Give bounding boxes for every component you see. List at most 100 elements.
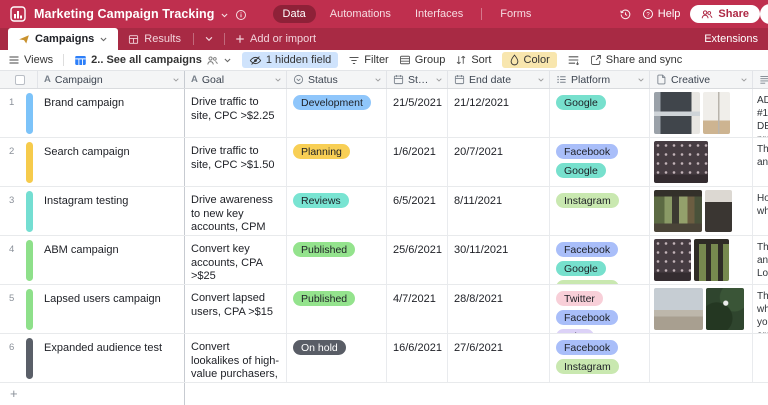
row-utility-cell[interactable]: 2 <box>0 138 38 186</box>
platform-cell[interactable]: Facebook Google Instagram <box>550 236 650 284</box>
base-logo-icon[interactable] <box>10 6 26 22</box>
creative-thumbnail-door-handle[interactable] <box>654 92 700 134</box>
nav-tab-automations[interactable]: Automations <box>320 5 401 23</box>
filter-button[interactable]: Filter <box>348 54 388 66</box>
base-info-icon[interactable] <box>235 9 247 21</box>
platform-pill[interactable]: Instagram <box>556 280 619 284</box>
status-cell[interactable]: Development <box>287 89 387 137</box>
status-pill[interactable]: Reviews <box>293 193 349 208</box>
campaign-cell[interactable]: ABM campaign <box>38 236 185 284</box>
creative-thumbnail-white-interior[interactable] <box>703 92 730 134</box>
platform-cell[interactable]: TwitterFacebookPrintOut of home <box>550 285 650 333</box>
platform-cell[interactable]: FacebookInstagram <box>550 334 650 382</box>
row-utility-cell[interactable]: 5 <box>0 285 38 333</box>
column-menu-chevron-icon[interactable] <box>740 76 748 84</box>
status-cell[interactable]: Published <box>287 236 387 284</box>
status-pill[interactable]: Published <box>293 242 355 257</box>
platform-pill[interactable]: Facebook <box>556 242 618 257</box>
row-utility-cell[interactable]: 6 <box>0 334 38 382</box>
platform-cell[interactable]: FacebookGoogle <box>550 138 650 186</box>
column-header-start-date[interactable]: Start d... <box>387 71 448 88</box>
campaign-cell[interactable]: Lapsed users campaign <box>38 285 185 333</box>
status-cell[interactable]: Published <box>287 285 387 333</box>
group-button[interactable]: Group <box>399 54 446 66</box>
creative-cell[interactable] <box>650 285 753 333</box>
end-date-cell[interactable]: 28/8/2021 <box>448 285 550 333</box>
column-menu-chevron-icon[interactable] <box>374 76 382 84</box>
extensions-button[interactable]: Extensions <box>704 33 758 45</box>
status-pill[interactable]: Published <box>293 291 355 306</box>
row-utility-cell[interactable]: 3 <box>0 187 38 235</box>
creative-thumbnail-drone-forest[interactable] <box>706 288 744 330</box>
column-menu-chevron-icon[interactable] <box>637 76 645 84</box>
platform-pill[interactable]: Google <box>556 95 606 110</box>
platform-pill[interactable]: Instagram <box>556 359 619 374</box>
creative-thumbnail-dark-corner[interactable] <box>705 190 732 232</box>
end-date-cell[interactable]: 30/11/2021 <box>448 236 550 284</box>
creative-thumbnail-beach-horizon[interactable] <box>654 288 703 330</box>
nav-tab-forms[interactable]: Forms <box>490 5 541 23</box>
column-header-goal[interactable]: A Goal <box>185 71 287 88</box>
goal-cell[interactable]: Drive traffic to site, CPC >$2.25 <box>185 89 287 137</box>
status-cell[interactable]: Planning <box>287 138 387 186</box>
column-menu-chevron-icon[interactable] <box>537 76 545 84</box>
status-pill[interactable]: Development <box>293 95 371 110</box>
goal-cell[interactable]: Drive awareness to new key accounts, CPM… <box>185 187 287 235</box>
goal-cell[interactable]: Drive traffic to site, CPC >$1.50 <box>185 138 287 186</box>
add-row-button[interactable]: + <box>10 386 18 405</box>
start-date-cell[interactable]: 6/5/2021 <box>387 187 448 235</box>
start-date-cell[interactable]: 16/6/2021 <box>387 334 448 382</box>
platform-pill[interactable]: Twitter <box>556 291 603 306</box>
history-icon[interactable] <box>619 8 632 21</box>
nav-tab-interfaces[interactable]: Interfaces <box>405 5 473 23</box>
platform-cell[interactable]: Instagram <box>550 187 650 235</box>
view-switcher[interactable]: 2.. See all campaigns <box>74 54 232 67</box>
creative-cell[interactable] <box>650 334 753 382</box>
creative-thumbnail-window-garden[interactable] <box>654 190 702 232</box>
notes-cell[interactable]: Thewhyouare <box>753 285 768 333</box>
row-utility-cell[interactable]: 4 <box>0 236 38 284</box>
help-button[interactable]: ? Help <box>642 8 681 20</box>
creative-thumbnail-wall-lights[interactable] <box>654 141 708 183</box>
notes-cell[interactable]: Theand <box>753 138 768 186</box>
table-tab-chevron-icon[interactable] <box>99 35 108 44</box>
column-menu-chevron-icon[interactable] <box>435 76 443 84</box>
creative-cell[interactable] <box>650 89 753 137</box>
creative-cell[interactable] <box>650 236 753 284</box>
goal-cell[interactable]: Convert lapsed users, CPA >$15 <box>185 285 287 333</box>
campaign-cell[interactable]: Instagram testing <box>38 187 185 235</box>
platform-pill[interactable]: Google <box>556 261 606 276</box>
notifications-button[interactable] <box>760 4 768 24</box>
goal-cell[interactable]: Convert key accounts, CPA >$25 <box>185 236 287 284</box>
sort-button[interactable]: Sort <box>455 54 491 66</box>
notes-cell[interactable]: Howh <box>753 187 768 235</box>
column-header-platform[interactable]: Platform <box>550 71 650 88</box>
platform-pill[interactable]: Facebook <box>556 310 618 325</box>
base-title[interactable]: Marketing Campaign Tracking <box>34 7 215 21</box>
goal-cell[interactable]: Convert lookalikes of high-value purchas… <box>185 334 287 382</box>
notes-cell[interactable]: TheandLo <box>753 236 768 284</box>
creative-thumbnail-tall-windows[interactable] <box>694 239 729 281</box>
column-header-campaign[interactable]: A Campaign <box>38 71 185 88</box>
table-tab-campaigns[interactable]: Campaigns <box>8 28 118 50</box>
share-button[interactable]: Share <box>690 5 760 23</box>
platform-pill[interactable]: Instagram <box>556 193 619 208</box>
notes-cell[interactable] <box>753 334 768 382</box>
status-cell[interactable]: On hold <box>287 334 387 382</box>
views-button[interactable]: Views <box>8 54 53 66</box>
creative-cell[interactable] <box>650 138 753 186</box>
base-title-chevron-icon[interactable] <box>220 11 229 20</box>
row-utility-cell[interactable]: 1 <box>0 89 38 137</box>
start-date-cell[interactable]: 21/5/2021 <box>387 89 448 137</box>
start-date-cell[interactable]: 1/6/2021 <box>387 138 448 186</box>
campaign-cell[interactable]: Search campaign <box>38 138 185 186</box>
platform-cell[interactable]: Google <box>550 89 650 137</box>
creative-cell[interactable] <box>650 187 753 235</box>
notes-cell[interactable]: AD#1 DEpro <box>753 89 768 137</box>
column-header-status[interactable]: Status <box>287 71 387 88</box>
end-date-cell[interactable]: 27/6/2021 <box>448 334 550 382</box>
select-all-checkbox[interactable] <box>15 75 25 85</box>
campaign-cell[interactable]: Brand campaign <box>38 89 185 137</box>
row-height-button[interactable] <box>567 54 580 66</box>
column-menu-chevron-icon[interactable] <box>172 76 180 84</box>
